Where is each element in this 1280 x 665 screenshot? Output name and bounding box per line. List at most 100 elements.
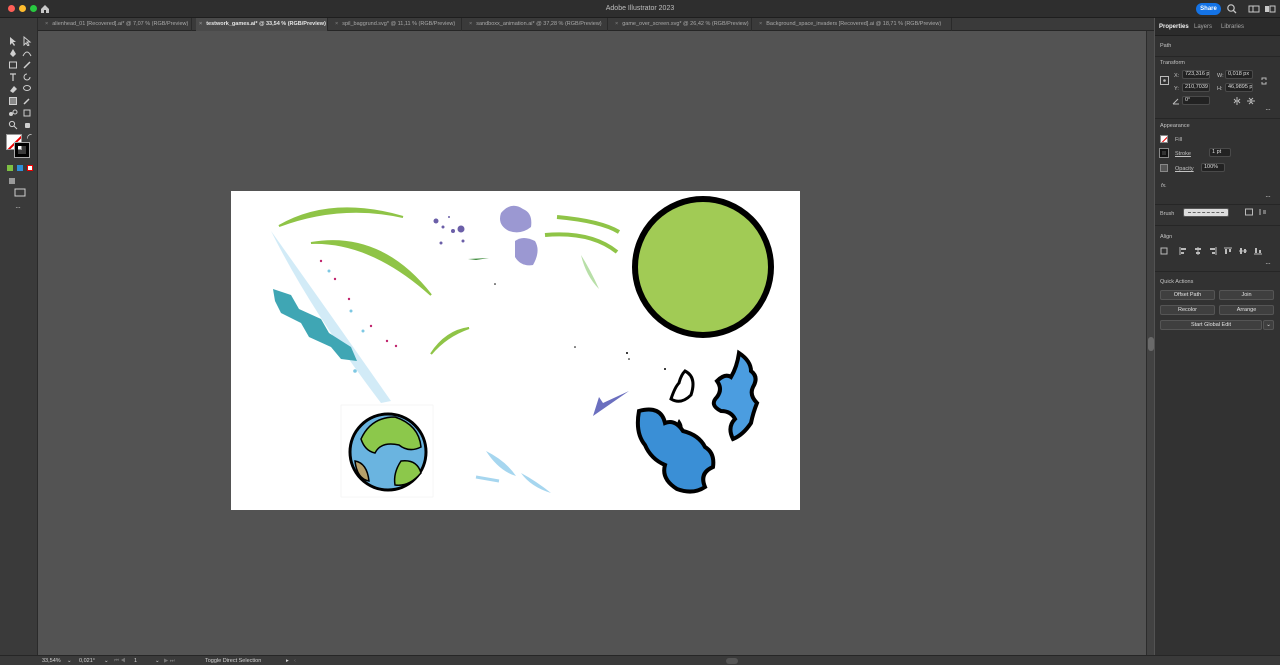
small-particle-strip — [521, 473, 551, 493]
none-mode-button[interactable] — [27, 165, 33, 171]
align-middle-icon[interactable] — [1239, 247, 1247, 255]
start-global-edit-button[interactable]: Start Global Edit — [1160, 320, 1262, 330]
workspace-switcher-icon[interactable] — [1248, 3, 1260, 15]
align-left-icon[interactable] — [1179, 247, 1187, 255]
global-edit-options-button[interactable]: ⌄ — [1263, 320, 1274, 330]
align-right-icon[interactable] — [1209, 247, 1217, 255]
tab-testwork-games[interactable]: × testwork_games.ai* @ 33,54 % (RGB/Previ… — [196, 18, 328, 31]
curvature-tool-icon[interactable] — [22, 48, 32, 58]
brush-dropdown[interactable] — [1183, 208, 1229, 217]
status-menu-icon[interactable]: ▸ — [286, 657, 289, 665]
eraser-tool-icon[interactable] — [8, 84, 18, 94]
tab-layers[interactable]: Layers — [1194, 24, 1212, 30]
hand-tool-icon[interactable] — [22, 120, 32, 130]
tab-libraries[interactable]: Libraries — [1221, 24, 1244, 30]
align-to-icon[interactable] — [1160, 247, 1170, 255]
lasso-tool-icon[interactable] — [22, 84, 32, 94]
stroke-color-swatch[interactable] — [1159, 148, 1169, 158]
gradient-tool-icon[interactable] — [8, 96, 18, 106]
join-button[interactable]: Join — [1219, 290, 1274, 300]
brush-options-icon[interactable] — [1259, 208, 1267, 216]
tab-game-over-screen[interactable]: × game_over_screen.svg* @ 26,42 % (RGB/Pr… — [612, 18, 752, 31]
first-artboard-icon[interactable]: ⏮ ◀ — [114, 657, 125, 665]
gradient-mode-button[interactable] — [17, 165, 23, 171]
tab-alienhead[interactable]: × alienhead_01 [Recovered].ai* @ 7,07 % (… — [42, 18, 192, 31]
zoom-tool-icon[interactable] — [8, 120, 18, 130]
align-top-icon[interactable] — [1224, 247, 1232, 255]
brush-library-icon[interactable] — [1245, 208, 1253, 216]
tab-properties[interactable]: Properties — [1159, 24, 1189, 30]
color-mode-button[interactable] — [7, 165, 13, 171]
swap-colors-icon[interactable] — [26, 133, 33, 140]
share-button[interactable]: Share — [1196, 3, 1221, 15]
rotate-input[interactable]: 0° — [1182, 96, 1210, 105]
opacity-input[interactable]: 100% — [1201, 163, 1225, 172]
rectangle-tool-icon[interactable] — [8, 60, 18, 70]
arrange-button[interactable]: Arrange — [1219, 305, 1274, 315]
type-tool-icon[interactable] — [8, 72, 18, 82]
horizontal-scroll-left-icon[interactable]: ‹ — [294, 657, 296, 665]
close-tab-icon[interactable]: × — [335, 21, 338, 27]
eyedropper-tool-icon[interactable] — [22, 96, 32, 106]
zoom-dropdown-icon[interactable]: ⌄ — [67, 657, 72, 665]
width-input[interactable]: 0,018 px — [1225, 70, 1253, 79]
rotation-value[interactable]: 0,021° — [79, 657, 95, 665]
pale-green-brush — [581, 255, 599, 289]
horizontal-scroll-thumb[interactable] — [726, 658, 738, 664]
stroke-swatch[interactable] — [14, 142, 30, 158]
brush-title: Brush — [1160, 211, 1175, 217]
search-icon[interactable] — [1226, 3, 1238, 15]
zoom-level[interactable]: 33,54% — [42, 657, 61, 665]
close-tab-icon[interactable]: × — [615, 21, 618, 27]
close-tab-icon[interactable]: × — [469, 21, 472, 27]
stroke-label[interactable]: Stroke — [1175, 151, 1191, 157]
close-tab-icon[interactable]: × — [45, 21, 48, 27]
artboard-dropdown-icon[interactable]: ⌄ — [155, 657, 160, 665]
draw-mode-icon[interactable] — [7, 176, 17, 186]
tab-sandboxx-animation[interactable]: × sandboxx_animation.ai* @ 37,28 % (RGB/P… — [466, 18, 608, 31]
tab-spil-baggrund[interactable]: × spil_baggrund.svg* @ 11,11 % (RGB/Previ… — [332, 18, 462, 31]
paintbrush-tool-icon[interactable] — [22, 60, 32, 70]
tab-background-space-invaders[interactable]: × Background_space_invaders [Recovered].a… — [756, 18, 952, 31]
tools-panel: ··· — [0, 18, 38, 655]
selection-tool-icon[interactable] — [8, 36, 18, 46]
arrange-documents-icon[interactable] — [1264, 3, 1276, 15]
more-align-options-icon[interactable]: ··· — [1265, 259, 1271, 268]
pen-tool-icon[interactable] — [8, 48, 18, 58]
screen-mode-icon[interactable] — [14, 188, 26, 198]
blend-tool-icon[interactable] — [8, 108, 18, 118]
transform-title: Transform — [1160, 60, 1185, 66]
reference-point-icon[interactable] — [1160, 76, 1169, 85]
constrain-proportions-icon[interactable] — [1260, 76, 1268, 86]
y-input[interactable]: 210,7039 — [1182, 83, 1210, 92]
opacity-label[interactable]: Opacity — [1175, 166, 1194, 172]
status-tool-hint[interactable]: Toggle Direct Selection — [205, 657, 261, 665]
align-center-icon[interactable] — [1194, 247, 1202, 255]
more-appearance-options-icon[interactable]: ··· — [1265, 192, 1271, 201]
rotation-dropdown-icon[interactable]: ⌄ — [104, 657, 109, 665]
direct-selection-tool-icon[interactable] — [22, 36, 32, 46]
flip-horizontal-icon[interactable] — [1233, 97, 1241, 105]
artboard-number[interactable]: 1 — [134, 657, 137, 665]
tab-label: spil_baggrund.svg* @ 11,11 % (RGB/Previe… — [342, 21, 456, 27]
rotate-tool-icon[interactable] — [22, 72, 32, 82]
artwork[interactable] — [231, 191, 800, 510]
artboard-tool-icon[interactable] — [22, 108, 32, 118]
offset-path-button[interactable]: Offset Path — [1160, 290, 1215, 300]
x-input[interactable]: 723,316 p — [1182, 70, 1210, 79]
align-bottom-icon[interactable] — [1254, 247, 1262, 255]
grass-stroke — [556, 215, 621, 234]
last-artboard-icon[interactable]: ▶ ⏭ — [164, 657, 175, 665]
fill-color-swatch[interactable] — [1160, 135, 1168, 143]
close-tab-icon[interactable]: × — [199, 21, 202, 27]
more-transform-options-icon[interactable]: ··· — [1265, 105, 1271, 114]
edit-toolbar-icon[interactable]: ··· — [15, 203, 21, 212]
fx-button[interactable]: fx. — [1161, 183, 1167, 189]
flip-vertical-icon[interactable] — [1247, 97, 1255, 105]
close-tab-icon[interactable]: × — [759, 21, 762, 27]
vertical-scroll-thumb[interactable] — [1148, 337, 1154, 351]
vertical-scrollbar[interactable] — [1146, 31, 1154, 655]
stroke-weight-input[interactable]: 1 pt — [1209, 148, 1231, 157]
height-input[interactable]: 46,9895 p — [1225, 83, 1253, 92]
recolor-button[interactable]: Recolor — [1160, 305, 1215, 315]
